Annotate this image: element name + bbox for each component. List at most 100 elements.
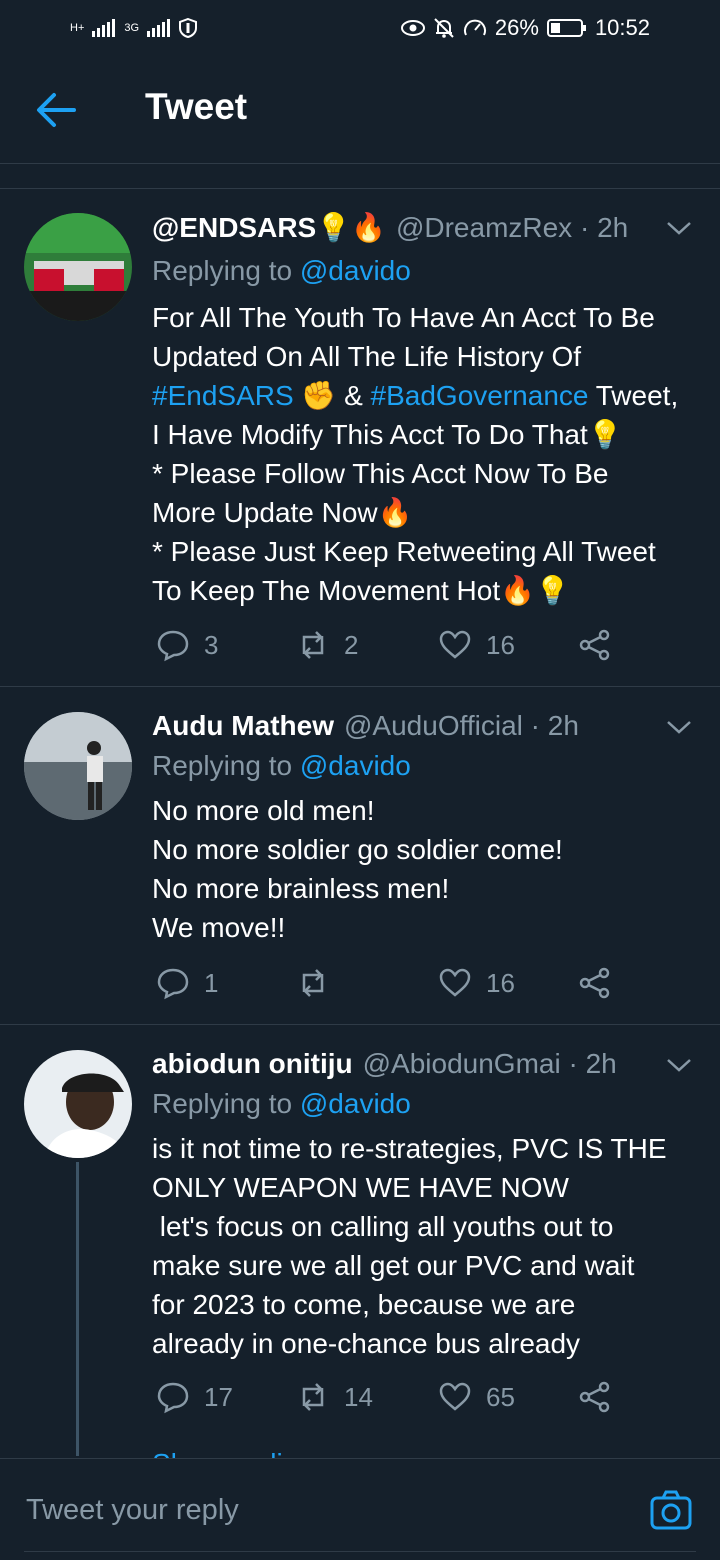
tweet[interactable]: @ENDSARS💡🔥 @DreamzRex · 2h Replying to @…	[0, 189, 720, 687]
heart-icon	[439, 1382, 471, 1411]
display-name[interactable]: @ENDSARS💡🔥	[152, 211, 386, 244]
clock: 10:52	[594, 15, 650, 40]
text-line: * Please Just Keep Retweeting All Tweet	[152, 536, 656, 567]
signal-icon	[92, 19, 116, 37]
mention-link[interactable]: @davido	[300, 750, 411, 781]
tweet-header: Audu Mathew @AuduOfficial · 2h	[152, 710, 660, 742]
retweet-icon	[302, 631, 324, 659]
network-type-right: 3G	[124, 21, 140, 34]
text-line: already in one-chance bus already	[152, 1328, 581, 1359]
speed-icon	[463, 19, 486, 36]
divider	[24, 1551, 696, 1552]
tweet[interactable]: abiodun onitiju @AbiodunGmai · 2h Replyi…	[0, 1026, 720, 1458]
network-type-left: H+	[70, 21, 85, 34]
status-bar: H+ 3G 26% 10:52	[0, 0, 720, 56]
hashtag-link[interactable]: #BadGovernance	[371, 380, 589, 411]
battery-percent: 26%	[494, 15, 539, 40]
text-line: ONLY WEAPON WE HAVE NOW	[152, 1172, 569, 1203]
replying-to: Replying to @davido	[152, 1088, 411, 1120]
eye-icon	[400, 20, 425, 36]
text-line: is it not time to re-strategies, PVC IS …	[152, 1133, 667, 1164]
handle-time: @AuduOfficial · 2h	[344, 710, 579, 741]
app-header: Tweet	[0, 56, 720, 164]
text-line: make sure we all get our PVC and wait	[152, 1250, 635, 1281]
replying-to: Replying to @davido	[152, 255, 411, 287]
text-line: To Keep The Movement Hot🔥💡	[152, 575, 570, 606]
camera-icon[interactable]	[650, 1489, 692, 1531]
text-line: We move!!	[152, 912, 286, 943]
retweet-icon	[302, 1383, 324, 1411]
mention-link[interactable]: @davido	[300, 1088, 411, 1119]
tweet-actions: 17 14 65	[152, 1380, 632, 1420]
tweet[interactable]: Audu Mathew @AuduOfficial · 2h Replying …	[0, 688, 720, 1025]
text-line: I Have Modify This Acct To Do That💡	[152, 419, 623, 450]
reply-icon	[157, 1382, 189, 1414]
like-button[interactable]: 16	[438, 628, 515, 662]
share-button[interactable]	[578, 628, 612, 662]
battery-icon	[546, 19, 586, 37]
display-name[interactable]: Audu Mathew	[152, 710, 334, 742]
like-button[interactable]: 65	[438, 1380, 515, 1414]
like-count: 16	[486, 967, 515, 998]
share-icon	[579, 967, 610, 999]
hashtag-link[interactable]: #EndSARS	[152, 380, 294, 411]
share-button[interactable]	[578, 1380, 612, 1414]
text-line: for 2023 to come, because we are	[152, 1289, 576, 1320]
text-fragment: ✊ &	[301, 380, 371, 411]
thread-line	[76, 1162, 79, 1456]
replying-to-label: Replying to	[152, 750, 300, 781]
reply-count: 3	[204, 629, 219, 660]
chevron-down-icon[interactable]	[666, 1056, 692, 1074]
heart-icon	[439, 968, 471, 997]
text-line: No more brainless men!	[152, 873, 450, 904]
tweet-text: No more old men! No more soldier go sold…	[152, 791, 700, 947]
share-button[interactable]	[578, 966, 612, 1000]
share-icon	[579, 629, 610, 661]
replying-to-label: Replying to	[152, 255, 300, 286]
text-line: No more soldier go soldier come!	[152, 834, 563, 865]
reply-button[interactable]: 3	[156, 628, 218, 662]
display-name[interactable]: abiodun onitiju	[152, 1048, 353, 1080]
chevron-down-icon[interactable]	[666, 718, 692, 736]
back-arrow-icon[interactable]	[34, 92, 78, 128]
text-fragment: Tweet,	[588, 380, 679, 411]
chevron-down-icon[interactable]	[666, 219, 692, 237]
page-title: Tweet	[145, 86, 248, 127]
like-count: 65	[486, 1381, 515, 1412]
retweet-count: 14	[344, 1381, 373, 1412]
tweet-actions: 3 2 16	[152, 628, 632, 668]
retweet-button[interactable]	[296, 966, 344, 1000]
mention-link[interactable]: @davido	[300, 255, 411, 286]
reply-button[interactable]: 1	[156, 966, 218, 1000]
tweet-header: abiodun onitiju @AbiodunGmai · 2h	[152, 1048, 660, 1080]
reply-button[interactable]: 17	[156, 1380, 233, 1414]
text-line: More Update Now🔥	[152, 497, 413, 528]
reply-icon	[157, 968, 189, 1000]
reply-count: 17	[204, 1381, 233, 1412]
text-line: let's focus on calling all youths out to	[152, 1211, 614, 1242]
like-count: 16	[486, 629, 515, 660]
tweet-text: For All The Youth To Have An Acct To Be …	[152, 298, 700, 610]
text-line: * Please Follow This Acct Now To Be	[152, 458, 609, 489]
text-line: Updated On All The Life History Of	[152, 341, 582, 372]
avatar[interactable]	[24, 712, 132, 820]
replying-to-label: Replying to	[152, 1088, 300, 1119]
reply-input[interactable]	[24, 1493, 588, 1528]
tweet-text: is it not time to re-strategies, PVC IS …	[152, 1129, 700, 1363]
tweet-actions: 1 16	[152, 966, 632, 1006]
share-icon	[579, 1381, 610, 1413]
shield-icon	[179, 18, 198, 38]
tweet-header: @ENDSARS💡🔥 @DreamzRex · 2h	[152, 211, 660, 244]
retweet-button[interactable]: 14	[296, 1380, 373, 1414]
retweet-count: 2	[344, 629, 359, 660]
signal-icon	[147, 19, 171, 37]
avatar[interactable]	[24, 1050, 132, 1158]
retweet-button[interactable]: 2	[296, 628, 358, 662]
reply-icon	[157, 630, 189, 662]
heart-icon	[439, 630, 471, 659]
like-button[interactable]: 16	[438, 966, 515, 1000]
retweet-icon	[302, 969, 324, 997]
text-line: No more old men!	[152, 795, 375, 826]
handle-time: @AbiodunGmai · 2h	[362, 1048, 617, 1079]
avatar[interactable]	[24, 213, 132, 321]
